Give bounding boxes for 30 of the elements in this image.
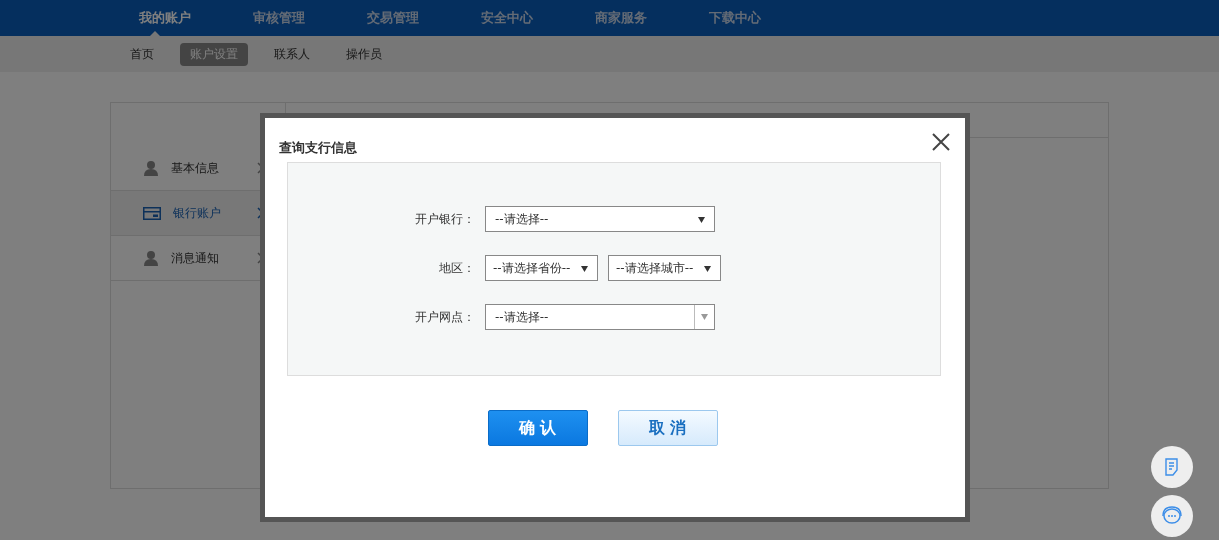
field-label: 开户网点： (414, 308, 475, 326)
field-label: 开户银行： (414, 210, 475, 228)
nav-tab[interactable]: 安全中心 (468, 0, 582, 36)
select-field[interactable]: --请选择-- (485, 206, 715, 232)
nav-tab[interactable]: 我的账户 (126, 0, 240, 36)
person-icon (143, 160, 159, 176)
card-icon (143, 206, 161, 220)
nav-tab[interactable]: 交易管理 (354, 0, 468, 36)
field-label: 地区： (438, 259, 475, 277)
sub-tab[interactable]: 联系人 (264, 42, 320, 66)
headset-icon (1160, 505, 1184, 527)
confirm-button[interactable]: 确 认 (487, 410, 588, 446)
close-button[interactable] (931, 132, 951, 152)
select-field[interactable]: --请选择城市-- (608, 255, 721, 281)
nav-tab[interactable]: 商家服务 (582, 0, 696, 36)
document-button[interactable] (1151, 446, 1193, 488)
cancel-button[interactable]: 取 消 (617, 410, 718, 446)
sub-tab[interactable]: 操作员 (336, 42, 392, 66)
select-field[interactable]: --请选择省份-- (485, 255, 598, 281)
caret-icon (581, 266, 588, 272)
sub-tab[interactable]: 首页 (120, 42, 164, 66)
caret-icon (704, 266, 711, 272)
combo-field[interactable]: --请选择-- (485, 304, 715, 330)
person-icon (143, 250, 159, 266)
document-icon (1164, 458, 1180, 476)
caret-icon (701, 314, 708, 320)
nav-tab[interactable]: 审核管理 (240, 0, 354, 36)
caret-icon (698, 217, 705, 223)
nav-tab[interactable]: 下载中心 (696, 0, 810, 36)
customer-service-button[interactable] (1151, 495, 1193, 537)
